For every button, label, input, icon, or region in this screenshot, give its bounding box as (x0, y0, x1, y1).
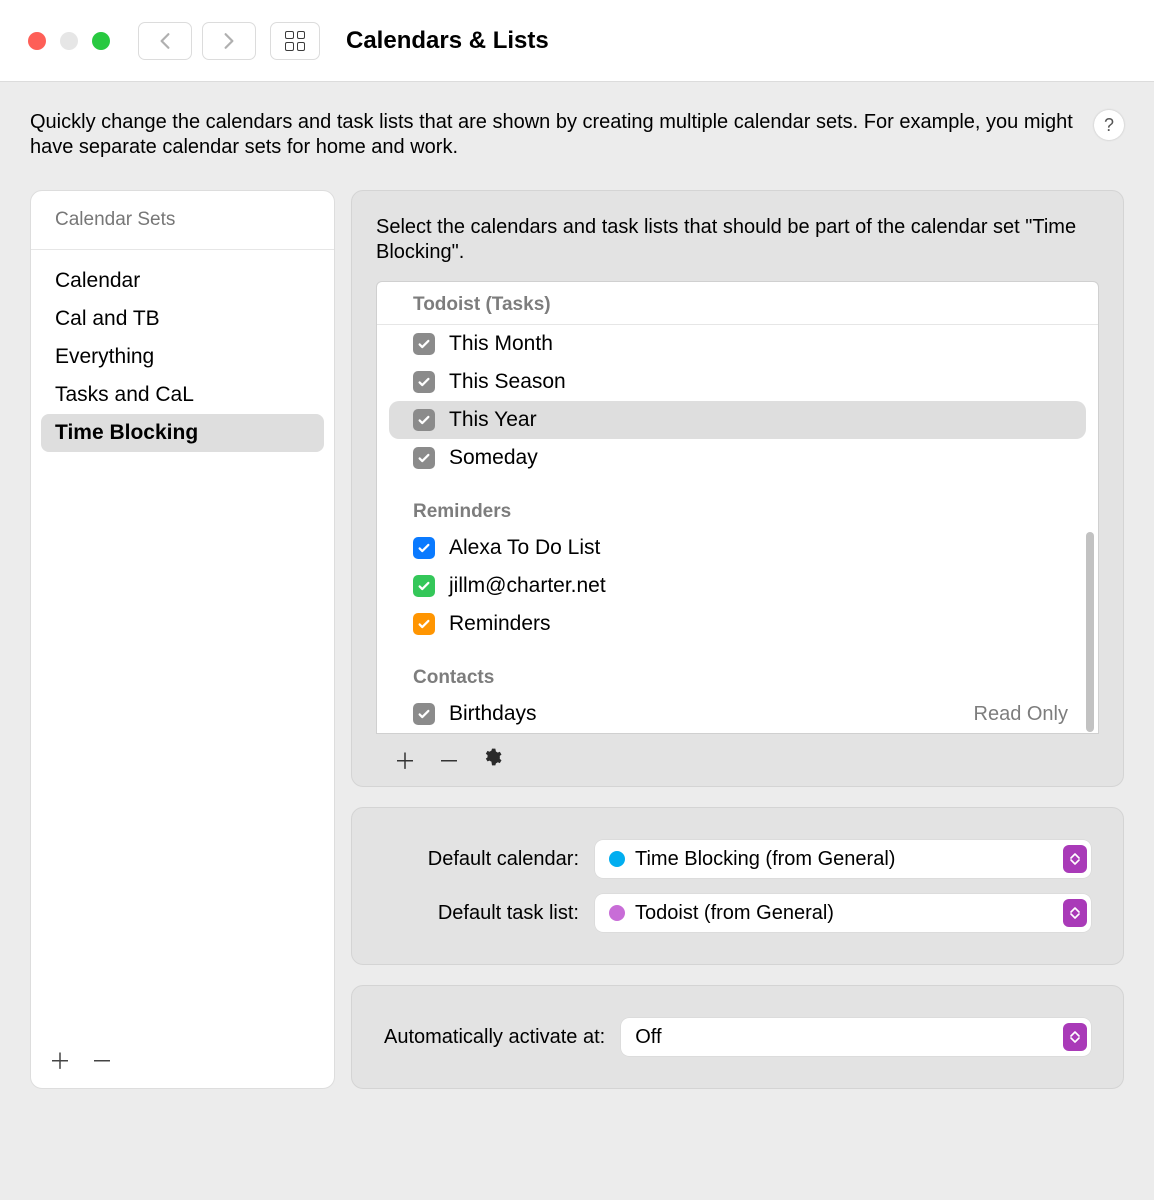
detail-panel: Select the calendars and task lists that… (351, 190, 1124, 787)
calendar-color-swatch (609, 851, 625, 867)
default-tasklist-popup[interactable]: Todoist (from General) (595, 894, 1091, 932)
chevron-left-icon (158, 32, 172, 50)
auto-activate-row: Automatically activate at: Off (384, 1010, 1091, 1064)
forward-button[interactable] (202, 22, 256, 60)
back-button[interactable] (138, 22, 192, 60)
auto-activate-label: Automatically activate at: (384, 1026, 605, 1049)
list-item-label: Reminders (449, 612, 551, 636)
add-calendar-button[interactable]: ＋ (394, 744, 416, 776)
list-item[interactable]: Alexa To Do List (377, 529, 1098, 567)
grid-icon (285, 31, 305, 51)
remove-set-button[interactable]: － (91, 1044, 113, 1076)
checkbox[interactable] (413, 371, 435, 393)
list-item-extra: Read Only (974, 703, 1079, 726)
default-calendar-value: Time Blocking (from General) (635, 848, 895, 871)
calendar-set-item[interactable]: Cal and TB (41, 300, 324, 338)
list-item-label: This Season (449, 370, 566, 394)
default-calendar-row: Default calendar: Time Blocking (from Ge… (384, 832, 1091, 886)
help-button[interactable]: ? (1094, 110, 1124, 140)
close-window[interactable] (28, 32, 46, 50)
default-calendar-label: Default calendar: (384, 848, 579, 871)
scrollbar[interactable] (1086, 532, 1094, 732)
calendar-list: Todoist (Tasks) This Month This Season This… (376, 281, 1099, 734)
list-item[interactable]: This Season (377, 363, 1098, 401)
checkbox[interactable] (413, 333, 435, 355)
list-item-label: Someday (449, 446, 538, 470)
nav-buttons (138, 22, 256, 60)
list-item[interactable]: jillm@charter.net (377, 567, 1098, 605)
list-item-label: Alexa To Do List (449, 536, 600, 560)
updown-icon (1063, 1023, 1087, 1051)
configure-calendar-button[interactable] (482, 747, 502, 773)
list-item[interactable]: This Month (377, 325, 1098, 363)
calendar-set-item[interactable]: Calendar (41, 262, 324, 300)
calendar-set-item[interactable]: Everything (41, 338, 324, 376)
page-description: Quickly change the calendars and task li… (30, 110, 1074, 160)
activate-panel: Automatically activate at: Off (351, 985, 1124, 1089)
updown-icon (1063, 899, 1087, 927)
checkbox[interactable] (413, 447, 435, 469)
list-item-label: This Year (449, 408, 537, 432)
default-tasklist-label: Default task list: (384, 902, 579, 925)
remove-calendar-button[interactable]: － (438, 744, 460, 776)
titlebar: Calendars & Lists (0, 0, 1154, 82)
zoom-window[interactable] (92, 32, 110, 50)
auto-activate-value: Off (635, 1026, 661, 1049)
list-section-header: Reminders (377, 477, 1098, 529)
calendar-sets-panel: Calendar Sets CalendarCal and TBEverythi… (30, 190, 335, 1089)
calendar-sets-list: CalendarCal and TBEverythingTasks and Ca… (31, 250, 334, 1032)
tasklist-color-swatch (609, 905, 625, 921)
checkbox[interactable] (413, 575, 435, 597)
calendar-set-item[interactable]: Tasks and CaL (41, 376, 324, 414)
window-title: Calendars & Lists (346, 27, 549, 55)
show-all-button[interactable] (270, 22, 320, 60)
add-set-button[interactable]: ＋ (49, 1044, 71, 1076)
list-section-header: Todoist (Tasks) (377, 282, 1098, 325)
detail-instruction: Select the calendars and task lists that… (376, 215, 1099, 265)
traffic-lights (28, 32, 110, 50)
default-tasklist-row: Default task list: Todoist (from General… (384, 886, 1091, 940)
checkbox[interactable] (413, 613, 435, 635)
list-item[interactable]: Birthdays Read Only (377, 695, 1098, 733)
updown-icon (1063, 845, 1087, 873)
checkbox[interactable] (413, 537, 435, 559)
calendar-set-item[interactable]: Time Blocking (41, 414, 324, 452)
minimize-window[interactable] (60, 32, 78, 50)
calendar-sets-header: Calendar Sets (31, 191, 334, 250)
auto-activate-popup[interactable]: Off (621, 1018, 1091, 1056)
list-section-header: Contacts (377, 643, 1098, 695)
list-item-label: Birthdays (449, 702, 537, 726)
defaults-panel: Default calendar: Time Blocking (from Ge… (351, 807, 1124, 965)
list-item-label: This Month (449, 332, 553, 356)
default-tasklist-value: Todoist (from General) (635, 902, 834, 925)
list-item-label: jillm@charter.net (449, 574, 606, 598)
checkbox[interactable] (413, 703, 435, 725)
list-item[interactable]: Reminders (377, 605, 1098, 643)
default-calendar-popup[interactable]: Time Blocking (from General) (595, 840, 1091, 878)
list-item[interactable]: This Year (389, 401, 1086, 439)
checkbox[interactable] (413, 409, 435, 431)
chevron-right-icon (222, 32, 236, 50)
gear-icon (482, 747, 502, 767)
list-item[interactable]: Someday (377, 439, 1098, 477)
